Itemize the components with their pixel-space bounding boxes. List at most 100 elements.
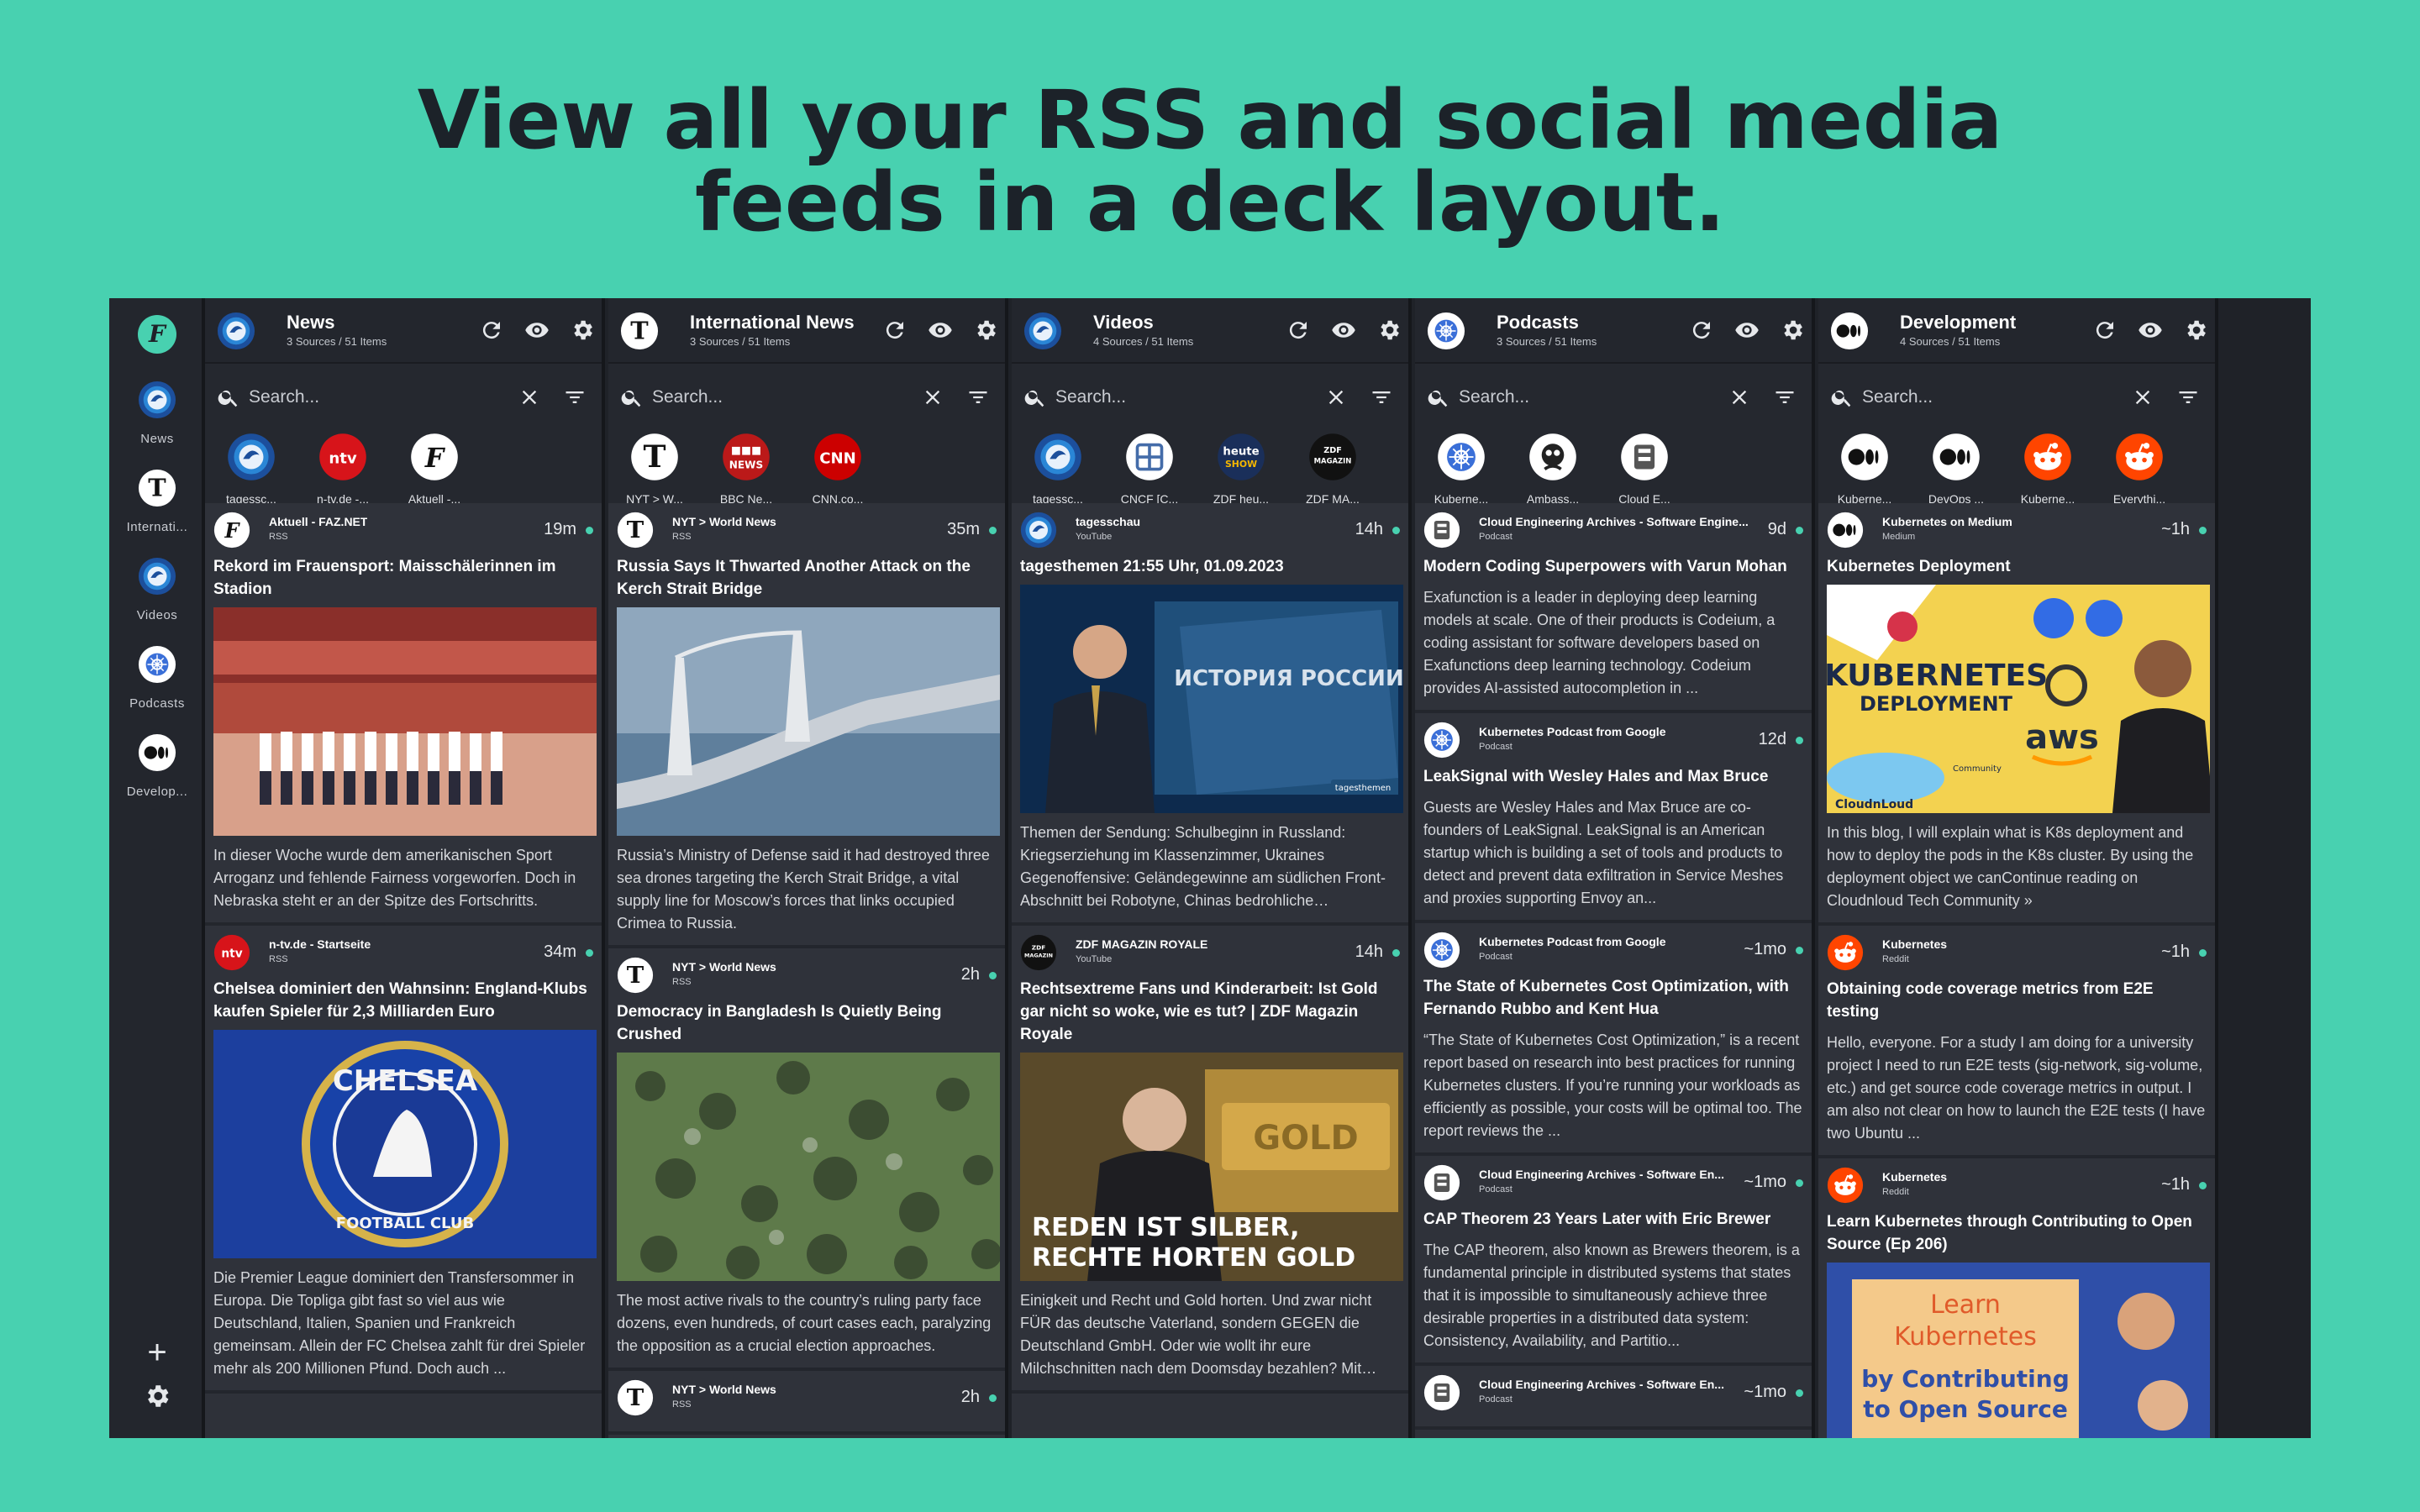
item-type: Podcast — [1479, 532, 1512, 542]
feed-item[interactable]: n-tv.de - Startseite RSS 34m Chelsea dom… — [205, 926, 602, 1394]
rail-item-label: Develop... — [126, 785, 188, 799]
source-chip[interactable]: Everythi... — [2102, 433, 2177, 506]
item-time: ~1h — [2161, 520, 2190, 538]
search-input[interactable] — [1055, 382, 1307, 412]
item-title[interactable]: Chelsea dominiert den Wahnsinn: England-… — [213, 978, 597, 1023]
gear-icon[interactable] — [1780, 318, 1805, 343]
feed-item[interactable]: Aktuell - FAZ.NET RSS 19m Rekord im Frau… — [205, 503, 602, 926]
filter-icon[interactable] — [2176, 386, 2200, 409]
search-input[interactable] — [1459, 382, 1711, 412]
item-title[interactable]: Russia Says It Thwarted Another Attack o… — [617, 555, 1000, 601]
item-title[interactable]: Learn Kubernetes through Contributing to… — [1827, 1210, 2210, 1256]
item-title[interactable]: Modern Coding Superpowers with Varun Moh… — [1423, 555, 1807, 578]
item-title[interactable]: CAP Theorem 23 Years Later with Eric Bre… — [1423, 1208, 1807, 1231]
source-chip[interactable]: NYT > W... — [617, 433, 692, 506]
filter-icon[interactable] — [966, 386, 990, 409]
gear-icon[interactable] — [2183, 318, 2208, 343]
rail-item-news[interactable]: News — [109, 381, 205, 446]
item-type: Podcast — [1479, 952, 1512, 962]
source-chip[interactable]: tagessc... — [1020, 433, 1096, 506]
feed-item[interactable]: Kubernetes Reddit ~1h Obtaining code cov… — [1818, 926, 2215, 1158]
medium-icon — [1830, 312, 1869, 350]
rail-item-development[interactable]: Develop... — [109, 733, 205, 799]
item-image[interactable] — [213, 607, 597, 836]
close-icon[interactable] — [2131, 386, 2154, 409]
source-chip[interactable]: tagessc... — [213, 433, 289, 506]
item-title[interactable]: tagesthemen 21:55 Uhr, 01.09.2023 — [1020, 555, 1403, 578]
item-image[interactable] — [617, 607, 1000, 836]
column-header: News 3 Sources / 51 Items — [205, 298, 602, 362]
eye-icon[interactable] — [928, 318, 953, 343]
source-chip[interactable]: Kuberne... — [2010, 433, 2086, 506]
item-title[interactable]: Rekord im Frauensport: Maisschälerinnen … — [213, 555, 597, 601]
search-input[interactable] — [1862, 382, 2114, 412]
search-input[interactable] — [249, 382, 501, 412]
filter-icon[interactable] — [1370, 386, 1393, 409]
source-chip[interactable]: CNN.co... — [800, 433, 876, 506]
item-image[interactable]: CHELSEA FOOTBALL CLUB — [213, 1030, 597, 1258]
source-chip[interactable]: Cloud E... — [1607, 433, 1682, 506]
item-summary: Hello, everyone. For a study I am doing … — [1827, 1034, 2206, 1142]
rail-item-podcasts[interactable]: Podcasts — [109, 645, 205, 711]
close-icon[interactable] — [518, 386, 541, 409]
item-title[interactable]: Kubernetes Deployment — [1827, 555, 2210, 578]
gear-icon[interactable] — [973, 318, 998, 343]
source-chip[interactable]: ZDF MA... — [1295, 433, 1370, 506]
item-image[interactable] — [617, 1053, 1000, 1281]
item-type: RSS — [672, 532, 692, 542]
settings-gear-icon[interactable] — [143, 1382, 171, 1410]
faz-icon — [213, 512, 250, 549]
refresh-icon[interactable] — [1286, 318, 1311, 343]
item-title[interactable]: LeakSignal with Wesley Hales and Max Bru… — [1423, 765, 1807, 788]
video-thumbnail[interactable]: GOLD REDEN IST SILBER, RECHTE HORTEN GOL… — [1020, 1053, 1403, 1281]
feed-item[interactable]: Kubernetes on Medium Medium ~1h Kubernet… — [1818, 503, 2215, 926]
feed-item[interactable]: NYT > World News RSS 35m Russia Says It … — [608, 503, 1005, 948]
refresh-icon[interactable] — [479, 318, 504, 343]
feed-item[interactable]: NYT > World News RSS 2h — [608, 1371, 1005, 1435]
close-icon[interactable] — [1728, 386, 1751, 409]
rail-item-international[interactable]: Internati... — [109, 469, 205, 534]
source-chip[interactable]: n-tv.de -... — [305, 433, 381, 506]
item-image[interactable]: Learn Kubernetes by Contributing to Open… — [1827, 1263, 2210, 1438]
gear-icon[interactable] — [1376, 318, 1402, 343]
source-chip[interactable]: Ambass... — [1515, 433, 1591, 506]
filter-icon[interactable] — [563, 386, 587, 409]
feed-item[interactable]: Cloud Engineering Archives - Software En… — [1415, 1156, 1812, 1366]
source-chip[interactable]: ZDF heu... — [1203, 433, 1279, 506]
filter-icon[interactable] — [1773, 386, 1797, 409]
feed-item[interactable]: NYT > World News RSS 2h Democracy in Ban… — [608, 948, 1005, 1371]
source-chip[interactable]: DevOps ... — [1918, 433, 1994, 506]
source-chip[interactable]: CNCF [C... — [1112, 433, 1187, 506]
source-chip[interactable]: Kuberne... — [1827, 433, 1902, 506]
refresh-icon[interactable] — [882, 318, 908, 343]
eye-icon[interactable] — [1331, 318, 1356, 343]
eye-icon[interactable] — [524, 318, 550, 343]
item-title[interactable]: Rechtsextreme Fans und Kinderarbeit: Ist… — [1020, 978, 1403, 1046]
source-chip[interactable]: Kuberne... — [1423, 433, 1499, 506]
add-deck-icon[interactable]: + — [143, 1336, 171, 1369]
refresh-icon[interactable] — [1689, 318, 1714, 343]
rail-item-videos[interactable]: Videos — [109, 557, 205, 622]
feed-item[interactable]: Cloud Engineering Archives - Software En… — [1415, 503, 1812, 713]
item-title[interactable]: The State of Kubernetes Cost Optimizatio… — [1423, 975, 1807, 1021]
feed-item[interactable]: Cloud Engineering Archives - Software En… — [1415, 1366, 1812, 1430]
source-chip[interactable]: BBC Ne... — [708, 433, 784, 506]
item-title[interactable]: Democracy in Bangladesh Is Quietly Being… — [617, 1000, 1000, 1046]
app-logo-icon[interactable]: F — [138, 315, 176, 354]
eye-icon[interactable] — [2138, 318, 2163, 343]
source-chip[interactable]: Aktuell -... — [397, 433, 472, 506]
eye-icon[interactable] — [1734, 318, 1760, 343]
gear-icon[interactable] — [570, 318, 595, 343]
feed-item[interactable]: Kubernetes Reddit ~1h Learn Kubernetes t… — [1818, 1158, 2215, 1438]
refresh-icon[interactable] — [2092, 318, 2118, 343]
close-icon[interactable] — [1324, 386, 1348, 409]
item-title[interactable]: Obtaining code coverage metrics from E2E… — [1827, 978, 2210, 1023]
feed-item[interactable]: Kubernetes Podcast from Google Podcast 1… — [1415, 713, 1812, 923]
search-input[interactable] — [652, 382, 904, 412]
video-thumbnail[interactable]: ИСТОРИЯ РОССИИ tagesthemen — [1020, 585, 1403, 813]
feed-item[interactable]: ZDF MAGAZIN ROYALE YouTube 14h Rechtsext… — [1012, 926, 1408, 1394]
feed-item[interactable]: tagesschau YouTube 14h tagesthemen 21:55… — [1012, 503, 1408, 926]
feed-item[interactable]: Kubernetes Podcast from Google Podcast ~… — [1415, 923, 1812, 1156]
close-icon[interactable] — [921, 386, 944, 409]
item-image[interactable]: KUBERNETES DEPLOYMENT aws CloudnLoud Com… — [1827, 585, 2210, 813]
